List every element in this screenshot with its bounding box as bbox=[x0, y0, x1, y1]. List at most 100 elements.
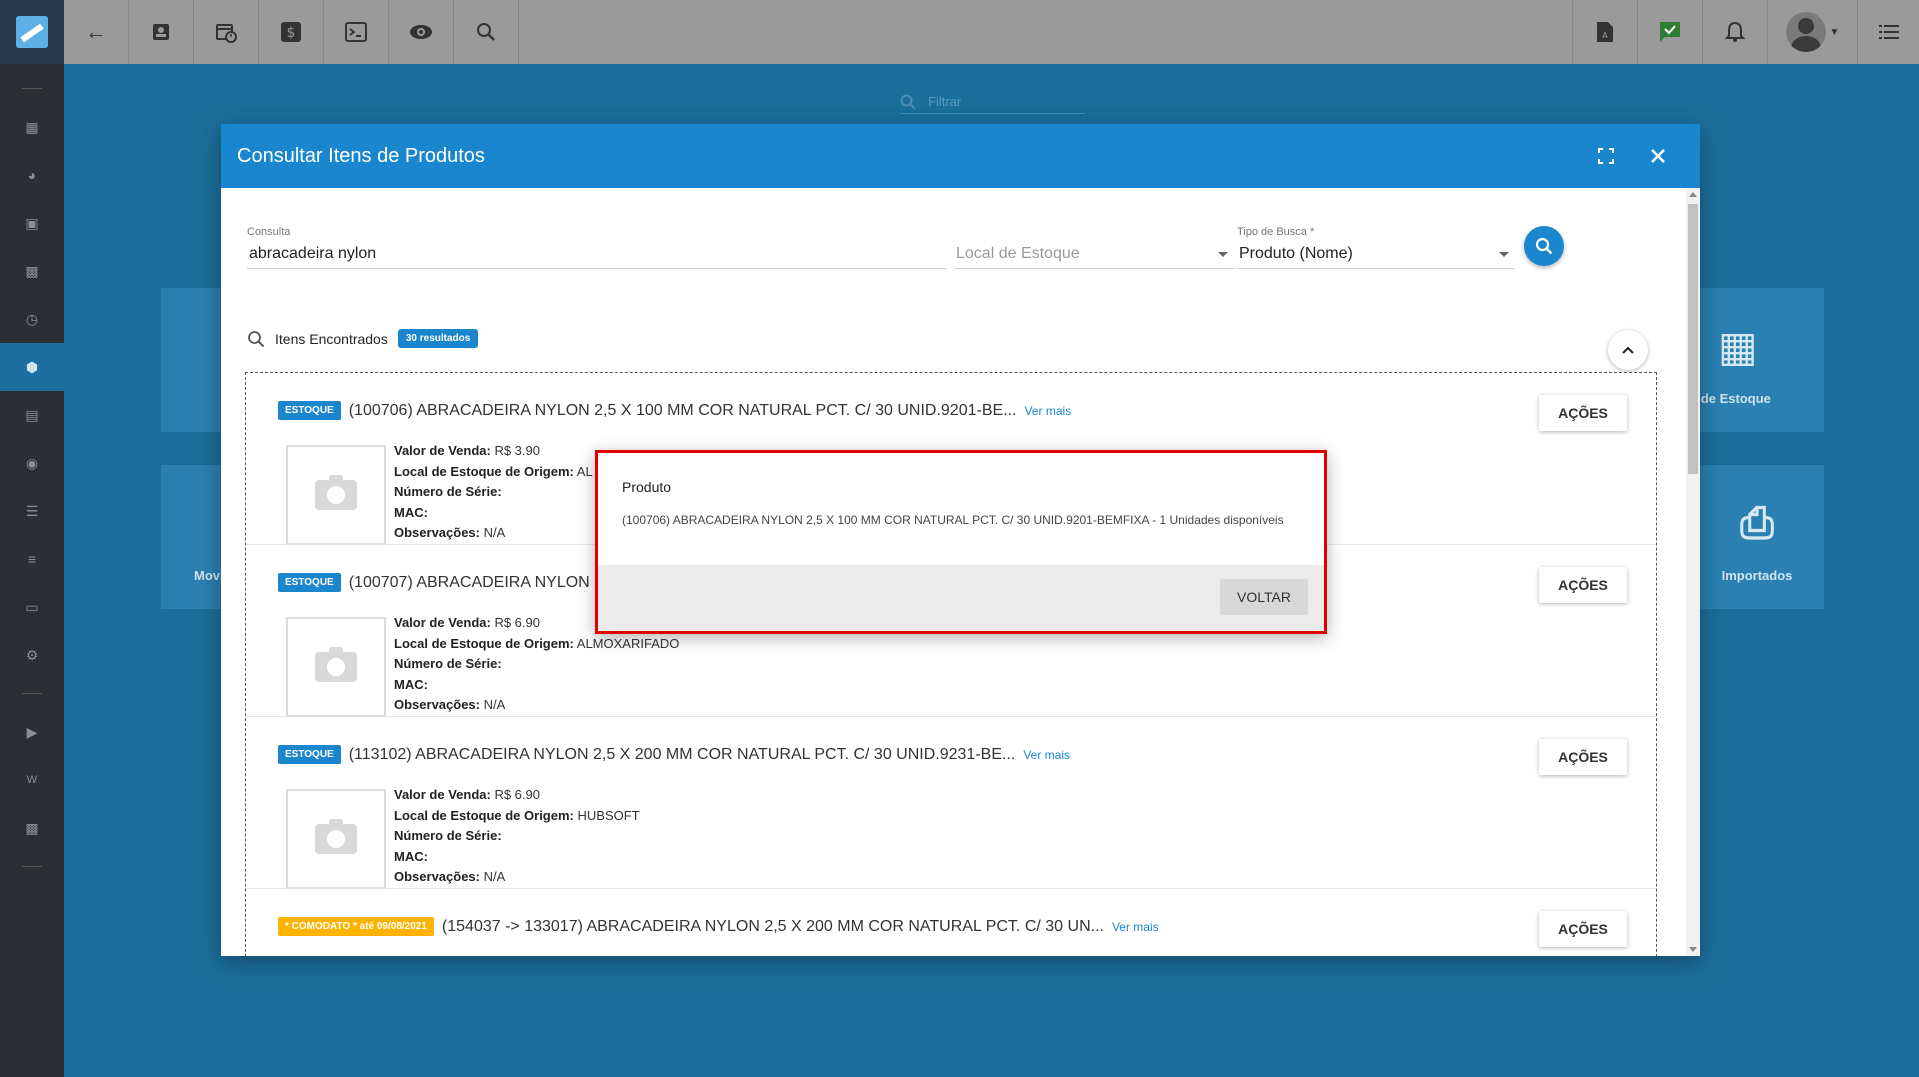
voltar-button[interactable]: VOLTAR bbox=[1220, 579, 1308, 615]
sidebar-item-finance[interactable]: ▤ bbox=[0, 391, 64, 439]
modal-scrollbar[interactable] bbox=[1686, 188, 1700, 956]
obs-value: N/A bbox=[483, 697, 506, 712]
consulta-field[interactable]: Consulta abracadeira nylon bbox=[247, 226, 947, 269]
sidebar-item-settings[interactable]: ⚙ bbox=[0, 631, 64, 679]
camera-icon bbox=[315, 647, 357, 682]
search-icon bbox=[477, 23, 495, 41]
item-title: (100706) ABRACADEIRA NYLON 2,5 X 100 MM … bbox=[348, 401, 1017, 419]
popup-footer: VOLTAR bbox=[598, 565, 1324, 631]
contacts-icon: ▣ bbox=[25, 214, 39, 231]
mac-label: MAC: bbox=[394, 848, 428, 864]
background-filter[interactable]: Filtrar bbox=[900, 90, 1085, 114]
messages-button[interactable] bbox=[1637, 0, 1702, 64]
eye-icon bbox=[410, 25, 432, 39]
camera-icon bbox=[315, 475, 357, 510]
sidebar-divider bbox=[22, 88, 42, 89]
card-label: s de Estoque bbox=[1690, 391, 1771, 406]
actions-button[interactable]: AÇÕES bbox=[1539, 739, 1627, 775]
pdf-button[interactable]: A bbox=[1572, 0, 1637, 64]
background-card-stock[interactable]: ▦ s de Estoque bbox=[1690, 288, 1824, 432]
local-label: Local de Estoque de Origem: bbox=[394, 807, 574, 823]
view-button[interactable] bbox=[389, 0, 454, 64]
close-button[interactable] bbox=[1632, 136, 1684, 176]
sidebar-item-wiki[interactable]: W bbox=[0, 756, 64, 804]
item-header: ESTOQUE (100707) ABRACADEIRA NYLON 2 bbox=[278, 573, 603, 592]
contacts-button[interactable] bbox=[129, 0, 194, 64]
app-logo[interactable] bbox=[0, 0, 64, 64]
ver-mais-link[interactable]: Ver mais bbox=[1023, 748, 1070, 762]
list-item: * COMODATO * até 09/08/2021 (154037 -> 1… bbox=[246, 889, 1656, 956]
list-icon: ☰ bbox=[25, 502, 39, 519]
actions-button[interactable]: AÇÕES bbox=[1539, 911, 1627, 947]
sidebar-item-location[interactable]: ◉ bbox=[0, 439, 64, 487]
sidebar-item-stock[interactable]: ⬢ bbox=[0, 343, 64, 391]
fullscreen-button[interactable] bbox=[1580, 136, 1632, 176]
stock-tag: ESTOQUE bbox=[278, 573, 341, 592]
sidebar-item-video[interactable]: ▶ bbox=[0, 708, 64, 756]
top-bar: ← $ A ▼ bbox=[0, 0, 1919, 64]
local-label: Local de Estoque de Origem: bbox=[394, 463, 574, 479]
serie-label: Número de Série: bbox=[394, 828, 502, 843]
sidebar-item-dashboard[interactable]: ▦ bbox=[0, 103, 64, 151]
sidebar-divider bbox=[22, 693, 42, 694]
menu-list-button[interactable] bbox=[1857, 0, 1919, 64]
obs-value: N/A bbox=[483, 525, 506, 540]
search-submit-button[interactable] bbox=[1524, 226, 1564, 266]
user-menu[interactable]: ▼ bbox=[1767, 0, 1857, 64]
search-icon bbox=[248, 330, 265, 347]
item-details: Valor de Venda: R$ 6.90 Local de Estoque… bbox=[394, 785, 640, 888]
scroll-thumb[interactable] bbox=[1688, 204, 1698, 474]
ver-mais-link[interactable]: Ver mais bbox=[1112, 920, 1159, 934]
back-button[interactable]: ← bbox=[64, 0, 129, 64]
sidebar-item-reports[interactable]: ◕ bbox=[0, 151, 64, 199]
finance-button[interactable]: $ bbox=[259, 0, 324, 64]
sidebar: ▦ ◕ ▣ ▩ ◷ ⬢ ▤ ◉ ☰ ≡ ▭ ⚙ ▶ W ▩ bbox=[0, 64, 64, 1077]
avatar bbox=[1785, 12, 1826, 52]
item-header: * COMODATO * até 09/08/2021 (154037 -> 1… bbox=[278, 917, 1159, 936]
local-label: Local de Estoque de Origem: bbox=[394, 635, 574, 651]
search-button[interactable] bbox=[454, 0, 519, 64]
back-arrow-icon: ← bbox=[85, 19, 107, 44]
schedule-button[interactable] bbox=[194, 0, 259, 64]
local-estoque-placeholder[interactable]: Local de Estoque bbox=[954, 243, 1234, 269]
notifications-button[interactable] bbox=[1702, 0, 1767, 64]
dashboard-icon: ▦ bbox=[25, 118, 39, 135]
valor-label: Valor de Venda: bbox=[394, 443, 491, 458]
modal-title: Consultar Itens de Produtos bbox=[237, 144, 485, 167]
schedule-icon: ◷ bbox=[25, 310, 39, 327]
box-icon: ⬢ bbox=[25, 358, 39, 375]
bell-icon bbox=[1725, 21, 1745, 42]
sidebar-item-schedule[interactable]: ◷ bbox=[0, 295, 64, 343]
tipo-busca-select[interactable]: Tipo de Busca * Produto (Nome) bbox=[1237, 226, 1515, 269]
sidebar-item-documents[interactable]: ▭ bbox=[0, 583, 64, 631]
serie-label: Número de Série: bbox=[394, 484, 502, 499]
terminal-button[interactable] bbox=[324, 0, 389, 64]
valor-label: Valor de Venda: bbox=[394, 615, 491, 630]
tipo-busca-value[interactable]: Produto (Nome) bbox=[1237, 243, 1515, 269]
sidebar-item-server[interactable]: ≡ bbox=[0, 535, 64, 583]
calendar-clock-icon bbox=[216, 24, 237, 43]
actions-button[interactable]: AÇÕES bbox=[1539, 567, 1627, 603]
results-count-badge: 30 resultados bbox=[397, 329, 479, 348]
card-label: Movi bbox=[194, 568, 224, 583]
collapse-button[interactable] bbox=[1608, 330, 1648, 370]
consulta-input[interactable]: abracadeira nylon bbox=[247, 243, 947, 269]
actions-button[interactable]: AÇÕES bbox=[1539, 395, 1627, 431]
valor-label: Valor de Venda: bbox=[394, 787, 491, 802]
close-icon bbox=[1651, 149, 1665, 163]
list-menu-icon bbox=[1878, 25, 1899, 39]
local-estoque-select[interactable]: Local de Estoque bbox=[954, 226, 1234, 269]
background-card-imported[interactable]: ⎙ Importados bbox=[1690, 465, 1824, 609]
sidebar-item-clients[interactable]: ▣ bbox=[0, 199, 64, 247]
sidebar-item-list[interactable]: ☰ bbox=[0, 487, 64, 535]
scroll-up-icon[interactable] bbox=[1689, 192, 1697, 197]
local-value: ALMOXARIFADO bbox=[576, 635, 680, 651]
caret-down-icon bbox=[1499, 252, 1509, 257]
found-items-row: Itens Encontrados 30 resultados bbox=[247, 329, 479, 348]
consulta-label: Consulta bbox=[247, 226, 291, 238]
sidebar-item-chat[interactable]: ▩ bbox=[0, 804, 64, 852]
wiki-icon: W bbox=[26, 774, 38, 786]
scroll-down-icon[interactable] bbox=[1689, 947, 1697, 952]
ver-mais-link[interactable]: Ver mais bbox=[1025, 404, 1072, 418]
sidebar-item-book[interactable]: ▩ bbox=[0, 247, 64, 295]
